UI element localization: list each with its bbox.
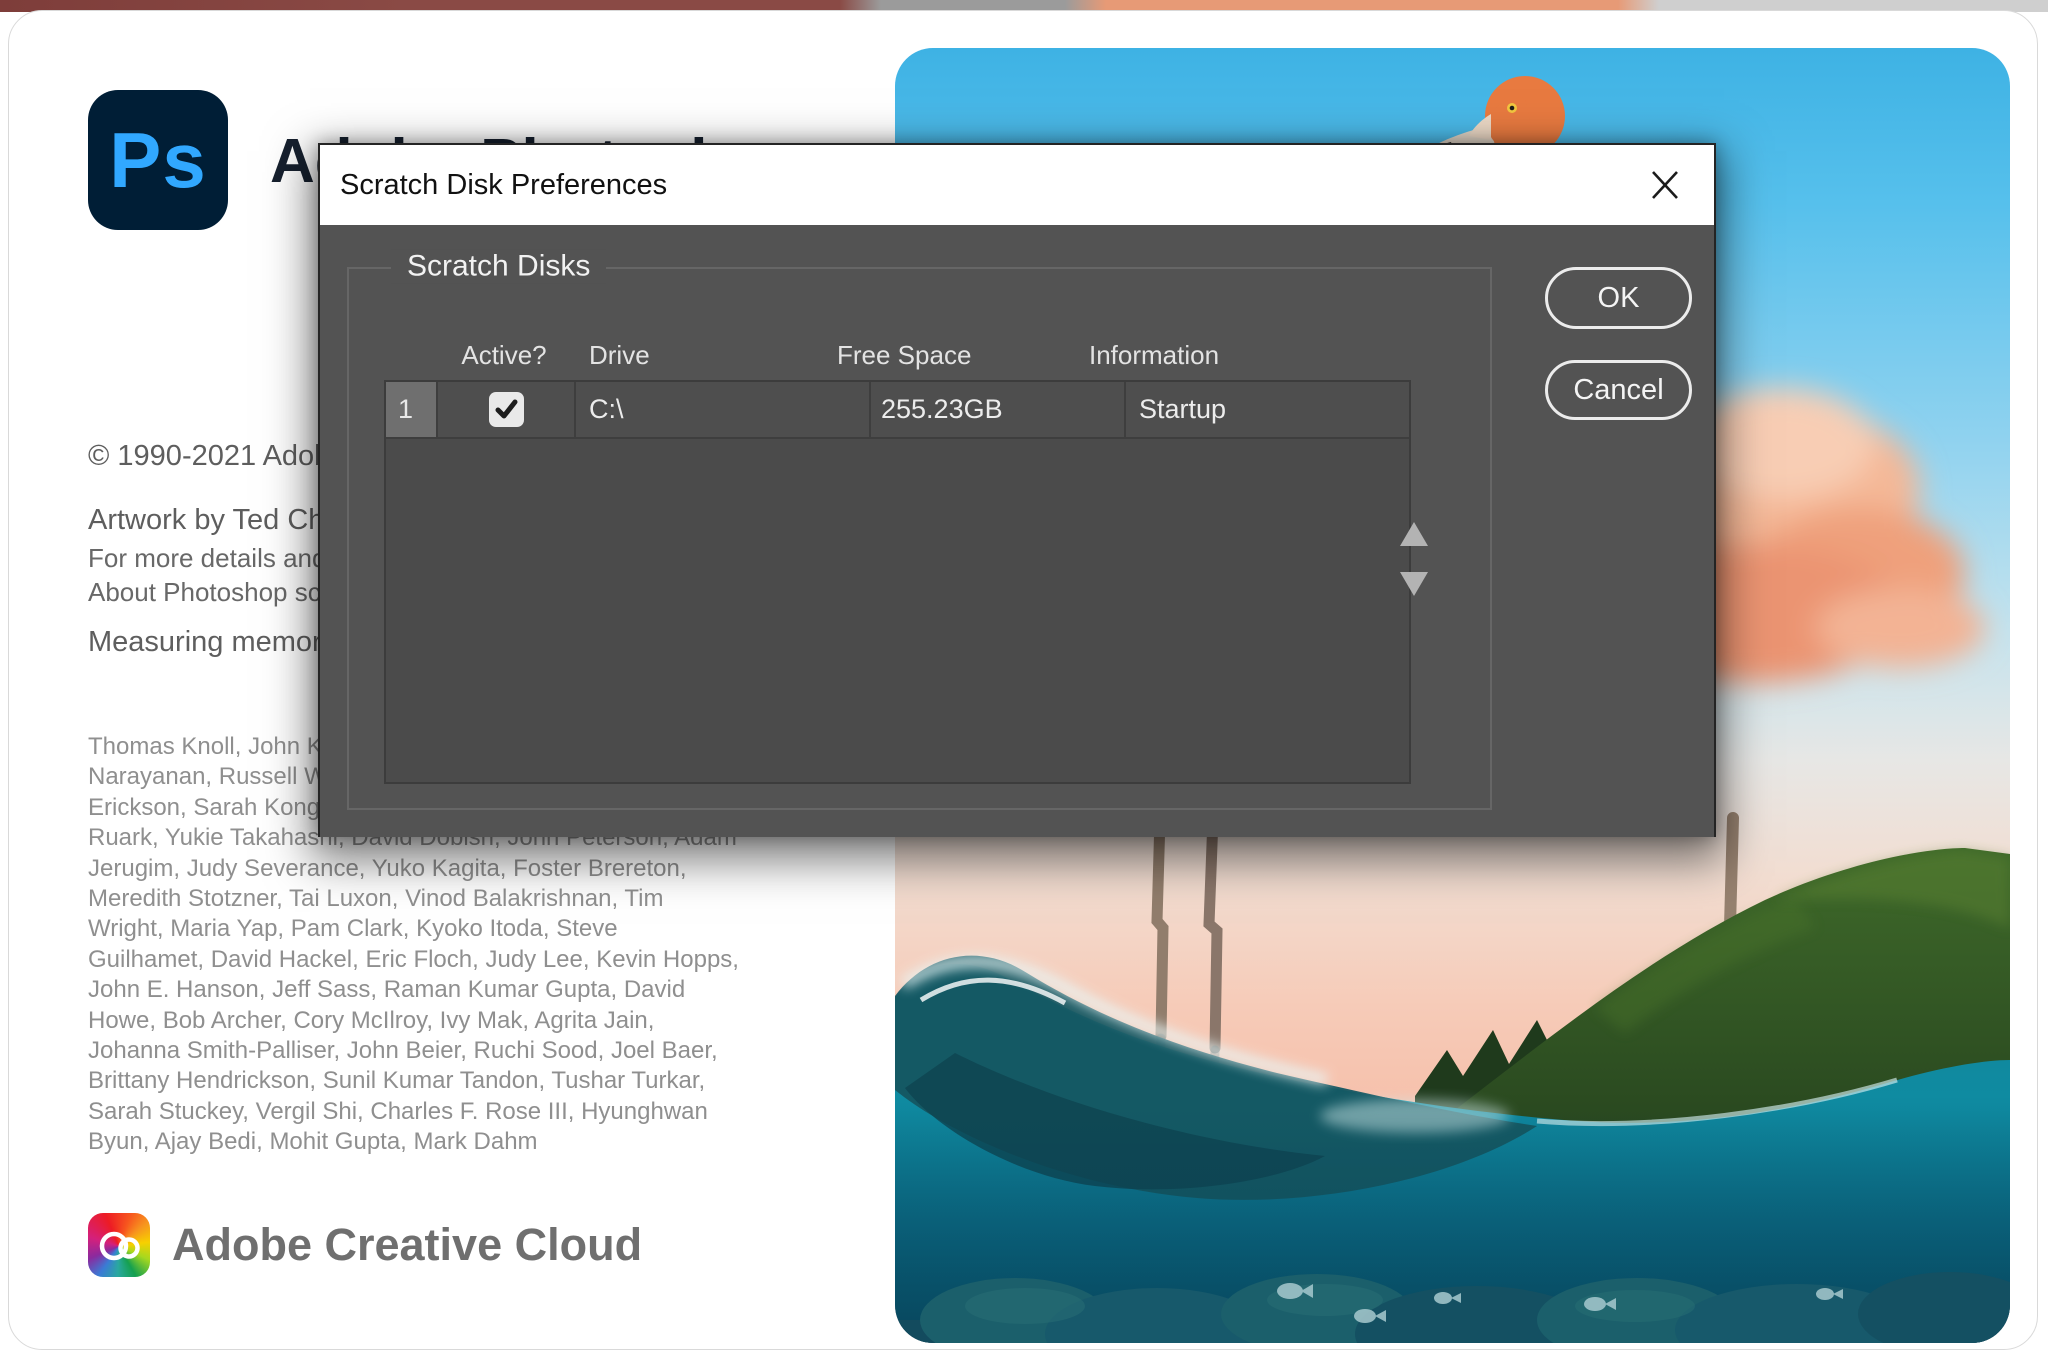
- credits-line: Howe, Bob Archer, Cory McIlroy, Ivy Mak,…: [88, 1006, 739, 1036]
- artwork-credit-text: Artwork by Ted Chin: [88, 504, 347, 537]
- credits-line: John E. Hanson, Jeff Sass, Raman Kumar G…: [88, 975, 739, 1005]
- credits-line: Brittany Hendrickson, Sunil Kumar Tandon…: [88, 1066, 739, 1096]
- credits-line: Sarah Stuckey, Vergil Shi, Charles F. Ro…: [88, 1097, 739, 1127]
- photoshop-logo: Ps: [88, 90, 228, 230]
- cancel-button[interactable]: Cancel: [1545, 360, 1692, 420]
- row-number-cell: 1: [386, 382, 438, 437]
- credits-line: Meredith Stotzner, Tai Luxon, Vinod Bala…: [88, 884, 739, 914]
- dialog-body: Scratch Disks Active? Drive Free Space I…: [320, 225, 1714, 837]
- column-header-free-space: Free Space: [837, 340, 971, 371]
- information-cell: Startup: [1126, 382, 1409, 437]
- column-header-drive: Drive: [589, 340, 650, 371]
- creative-cloud-label: Adobe Creative Cloud: [172, 1219, 642, 1271]
- close-icon[interactable]: [1647, 167, 1683, 203]
- scratch-disks-group: Scratch Disks Active? Drive Free Space I…: [347, 267, 1492, 810]
- credits-line: Johanna Smith-Palliser, John Beier, Ruch…: [88, 1036, 739, 1066]
- active-cell: [438, 382, 576, 437]
- table-row[interactable]: 1 C:\ 255.23GB Startup: [386, 382, 1409, 439]
- scratch-disk-preferences-dialog: Scratch Disk Preferences Scratch Disks A…: [318, 143, 1716, 837]
- credits-line: Byun, Ajay Bedi, Mohit Gupta, Mark Dahm: [88, 1127, 739, 1157]
- scratch-disks-group-label: Scratch Disks: [391, 249, 606, 283]
- move-up-arrow-icon[interactable]: [1400, 522, 1428, 546]
- credits-line: Guilhamet, David Hackel, Eric Floch, Jud…: [88, 945, 739, 975]
- dialog-title: Scratch Disk Preferences: [340, 145, 667, 225]
- active-checkbox[interactable]: [489, 392, 524, 427]
- scratch-disk-list[interactable]: 1 C:\ 255.23GB Startup: [384, 380, 1411, 784]
- credits-line: Wright, Maria Yap, Pam Clark, Kyoko Itod…: [88, 914, 739, 944]
- creative-cloud-footer: Adobe Creative Cloud: [88, 1213, 642, 1277]
- drive-cell: C:\: [576, 382, 871, 437]
- creative-cloud-icon: [88, 1213, 150, 1277]
- free-space-cell: 255.23GB: [871, 382, 1126, 437]
- photoshop-logo-text: Ps: [109, 115, 206, 206]
- ok-button[interactable]: OK: [1545, 267, 1692, 329]
- credits-line: Jerugim, Judy Severance, Yuko Kagita, Fo…: [88, 854, 739, 884]
- column-header-information: Information: [1089, 340, 1219, 371]
- dialog-titlebar[interactable]: Scratch Disk Preferences: [320, 145, 1714, 225]
- screen: Ps Adobe Photoshop © 1990-2021 Adobe. Al…: [0, 0, 2048, 1368]
- move-down-arrow-icon[interactable]: [1400, 572, 1428, 596]
- column-header-active: Active?: [449, 340, 559, 371]
